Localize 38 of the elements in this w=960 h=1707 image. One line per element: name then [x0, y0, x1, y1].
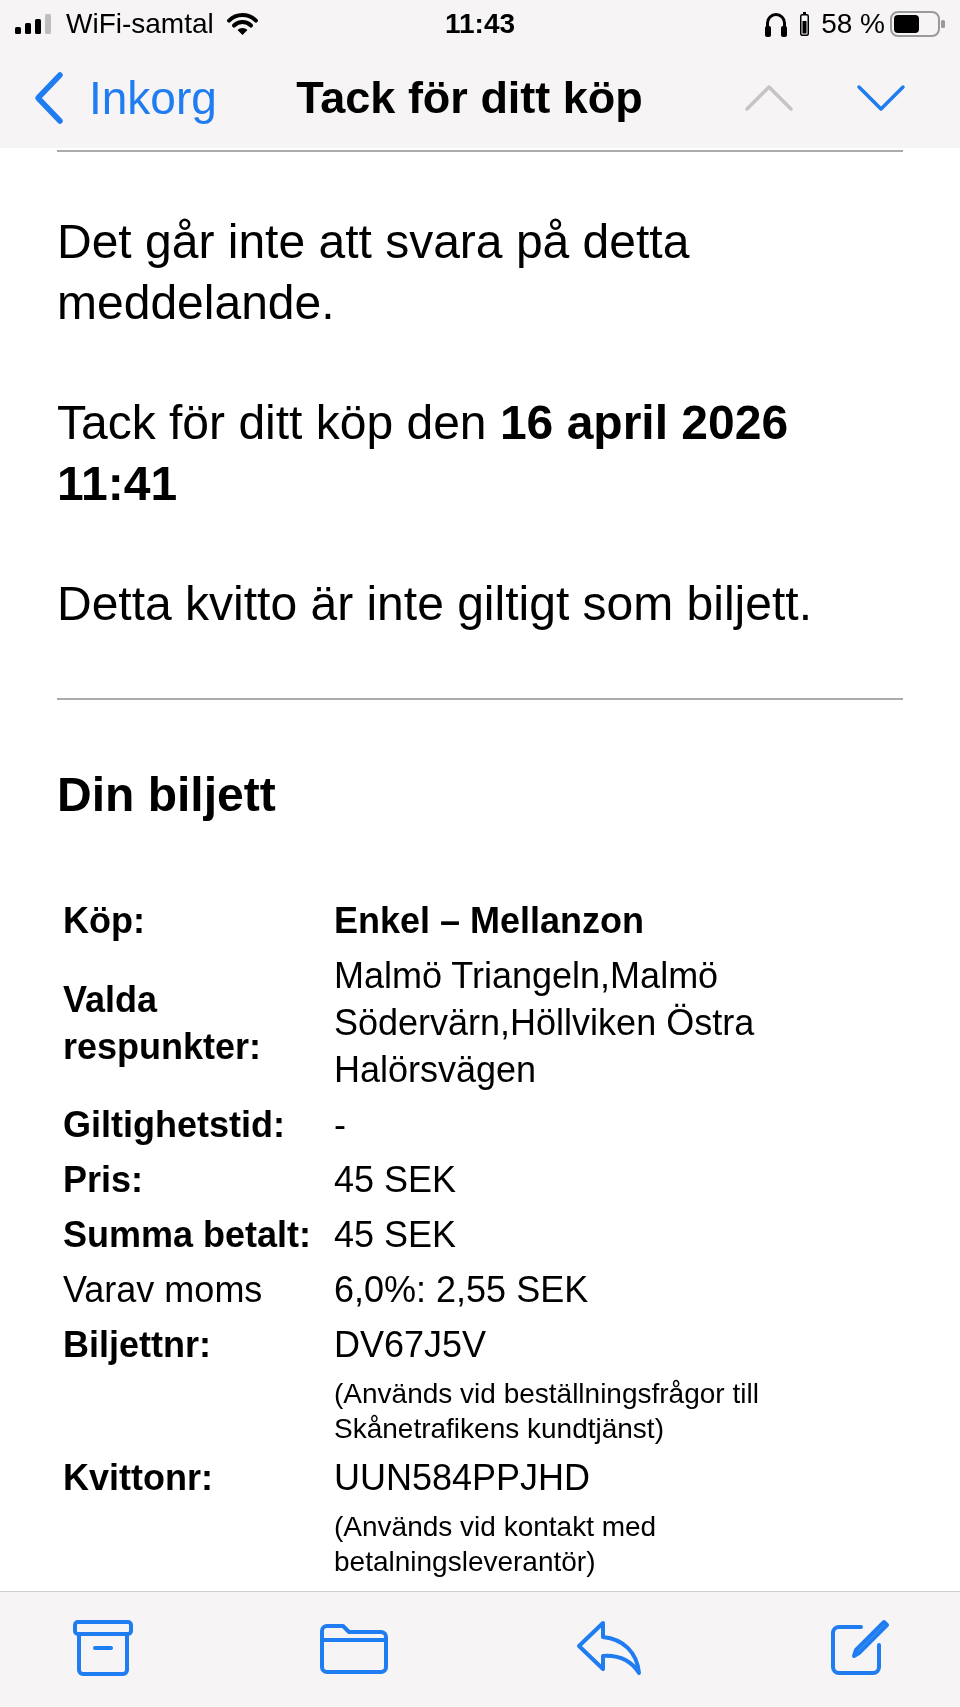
section-heading: Din biljett [57, 767, 277, 823]
detail-value: 6,0%: 2,55 SEK [334, 1268, 590, 1312]
detail-note: (Används vid beställningsfrågor till Skånetrafikens kundtjänst) [334, 1377, 760, 1446]
wifi-icon [225, 12, 259, 36]
small-battery-icon [800, 12, 810, 36]
detail-label: Kvittonr: [63, 1456, 214, 1500]
detail-value: 45 SEK [334, 1213, 458, 1257]
detail-note: (Används vid kontakt med betalningsleverantör) [334, 1510, 658, 1579]
detail-label: Valda respunkter: [63, 977, 263, 1069]
battery-icon [890, 11, 945, 37]
detail-value: UUN584PPJHD [334, 1456, 592, 1500]
detail-label: Biljettnr: [63, 1323, 212, 1367]
signal-icon [15, 14, 54, 34]
message-text: Detta kvitto är inte giltigt som biljett. [57, 576, 813, 632]
clock-time: 11:43 [444, 8, 516, 39]
back-button[interactable]: Inkorg [33, 71, 217, 125]
headphones-icon [764, 11, 789, 37]
message-text: Det går inte att svara på detta meddelande. [57, 214, 691, 331]
detail-label: Giltighetstid: [63, 1103, 286, 1147]
detail-value: Malmö Triangeln,Malmö Södervärn,Höllviken Östra Halörsvägen [334, 954, 756, 1092]
chevron-left-icon [33, 71, 64, 125]
detail-label: Pris: [63, 1158, 145, 1202]
detail-label: Summa betalt: [63, 1213, 313, 1257]
compose-icon[interactable] [829, 1618, 890, 1677]
detail-value: DV67J5V [334, 1323, 488, 1367]
carrier-name: WiFi-samtal [66, 7, 214, 41]
detail-label: Köp: [63, 899, 146, 943]
chevron-down-icon[interactable] [856, 84, 906, 112]
archive-box-icon[interactable] [73, 1619, 133, 1676]
nav-title: Tack för ditt köp [296, 71, 643, 125]
detail-label: Varav moms [63, 1268, 264, 1312]
battery-percentage: 58 % [821, 7, 885, 41]
message-text: Tack för ditt köp den 16 april 2026 11:41 [57, 395, 790, 512]
folder-icon[interactable] [320, 1621, 389, 1674]
detail-value: - [334, 1103, 347, 1147]
detail-value: 45 SEK [334, 1158, 458, 1202]
reply-icon[interactable] [575, 1619, 642, 1676]
detail-value: Enkel – Mellanzon [334, 899, 646, 943]
